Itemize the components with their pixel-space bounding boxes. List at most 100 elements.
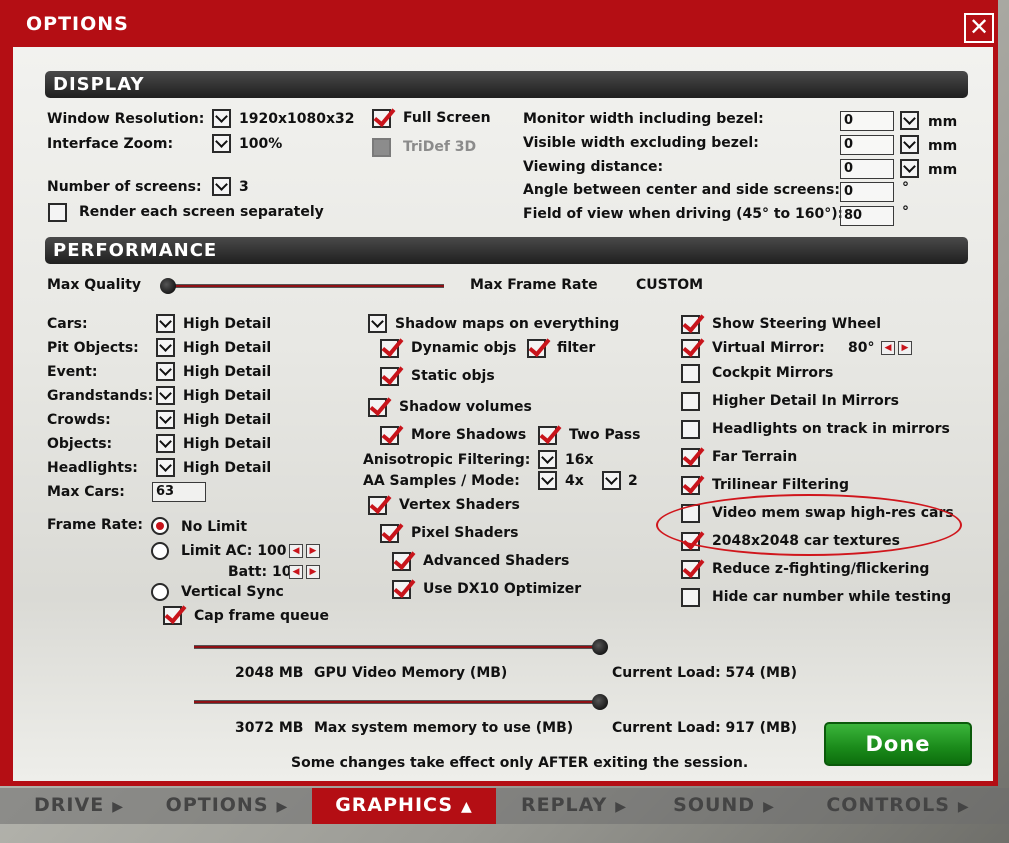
- visible-width-unit: mm: [928, 138, 958, 154]
- aa-label: AA Samples / Mode:: [363, 473, 520, 489]
- detail-row-label: Pit Objects:: [47, 340, 139, 356]
- detail-row-value: High Detail: [183, 340, 272, 356]
- aa-mode-value: 2: [628, 473, 638, 489]
- right-option-label: Headlights on track in mirrors: [712, 421, 950, 437]
- objects-detail-dropdown[interactable]: [156, 434, 175, 453]
- quality-preset-value: CUSTOM: [636, 277, 704, 293]
- interface-zoom-dropdown[interactable]: [212, 134, 231, 153]
- angle-field[interactable]: 0: [840, 182, 894, 202]
- number-of-screens-dropdown[interactable]: [212, 177, 231, 196]
- render-separately-checkbox[interactable]: [48, 203, 67, 222]
- cars-detail-dropdown[interactable]: [156, 314, 175, 333]
- right-option-label: Virtual Mirror:: [712, 340, 825, 356]
- tab-options[interactable]: OPTIONS ▶: [146, 788, 308, 824]
- limit-ac-decrease-icon[interactable]: ◀: [289, 544, 303, 558]
- monitor-width-field[interactable]: 0: [840, 111, 894, 131]
- limit-ac-radio[interactable]: [151, 542, 169, 560]
- detail-row-value: High Detail: [183, 460, 272, 476]
- right-option-label: Cockpit Mirrors: [712, 365, 834, 381]
- crowds-detail-dropdown[interactable]: [156, 410, 175, 429]
- max-cars-label: Max Cars:: [47, 484, 125, 500]
- monitor-width-unit-dropdown[interactable]: [900, 111, 919, 130]
- done-button[interactable]: Done: [824, 722, 972, 766]
- detail-row-value: High Detail: [183, 412, 272, 428]
- aa-samples-dropdown[interactable]: [538, 471, 557, 490]
- virtual-mirror-checkbox[interactable]: [681, 339, 700, 358]
- quality-slider-handle[interactable]: [160, 278, 176, 294]
- max-cars-field[interactable]: 63: [152, 482, 206, 502]
- tridef-checkbox[interactable]: [372, 138, 391, 157]
- batt-decrease-icon[interactable]: ◀: [289, 565, 303, 579]
- cap-frame-queue-checkbox[interactable]: [163, 606, 182, 625]
- headlights-mirrors-checkbox[interactable]: [681, 420, 700, 439]
- pixel-shaders-checkbox[interactable]: [380, 524, 399, 543]
- viewing-distance-field[interactable]: 0: [840, 159, 894, 179]
- detail-row-label: Headlights:: [47, 460, 138, 476]
- event-detail-dropdown[interactable]: [156, 362, 175, 381]
- fov-field[interactable]: 80: [840, 206, 894, 226]
- vertical-sync-radio[interactable]: [151, 583, 169, 601]
- two-pass-checkbox[interactable]: [538, 426, 557, 445]
- pixel-shaders-label: Pixel Shaders: [411, 525, 519, 541]
- static-objs-checkbox[interactable]: [380, 367, 399, 386]
- trilinear-filtering-checkbox[interactable]: [681, 476, 700, 495]
- grandstands-detail-dropdown[interactable]: [156, 386, 175, 405]
- full-screen-checkbox[interactable]: [372, 109, 391, 128]
- system-memory-slider-handle[interactable]: [592, 694, 608, 710]
- shadow-volumes-label: Shadow volumes: [399, 399, 532, 415]
- dx10-label: Use DX10 Optimizer: [423, 581, 582, 597]
- shadow-volumes-checkbox[interactable]: [368, 398, 387, 417]
- detail-row-label: Grandstands:: [47, 388, 154, 404]
- max-frame-rate-label: Max Frame Rate: [470, 277, 598, 293]
- more-shadows-checkbox[interactable]: [380, 426, 399, 445]
- anisotropic-dropdown[interactable]: [538, 450, 557, 469]
- close-icon[interactable]: ✕: [964, 13, 994, 43]
- right-option-label: Trilinear Filtering: [712, 477, 850, 493]
- reduce-z-fighting-checkbox[interactable]: [681, 560, 700, 579]
- vertex-shaders-checkbox[interactable]: [368, 496, 387, 515]
- visible-width-field[interactable]: 0: [840, 135, 894, 155]
- advanced-shaders-checkbox[interactable]: [392, 552, 411, 571]
- hide-car-number-checkbox[interactable]: [681, 588, 700, 607]
- tab-replay[interactable]: REPLAY ▶: [500, 788, 648, 824]
- virtual-mirror-fov-value: 80°: [848, 340, 875, 356]
- performance-section-header: PERFORMANCE: [45, 237, 968, 264]
- aa-samples-value: 4x: [565, 473, 584, 489]
- cockpit-mirrors-checkbox[interactable]: [681, 364, 700, 383]
- filter-checkbox[interactable]: [527, 339, 546, 358]
- system-memory-value: 3072 MB: [235, 720, 304, 736]
- system-memory-slider[interactable]: [194, 700, 600, 704]
- tridef-label: TriDef 3D: [403, 139, 477, 155]
- higher-detail-mirrors-checkbox[interactable]: [681, 392, 700, 411]
- vertical-sync-label: Vertical Sync: [181, 584, 284, 600]
- frame-rate-label: Frame Rate:: [47, 517, 143, 533]
- batt-increase-icon[interactable]: ▶: [306, 565, 320, 579]
- window-resolution-value: 1920x1080x32: [239, 111, 355, 127]
- no-limit-radio[interactable]: [151, 517, 169, 535]
- quality-slider[interactable]: [166, 284, 444, 288]
- show-steering-wheel-checkbox[interactable]: [681, 315, 700, 334]
- dynamic-objs-checkbox[interactable]: [380, 339, 399, 358]
- dx10-checkbox[interactable]: [392, 580, 411, 599]
- mirror-fov-increase-icon[interactable]: ▶: [898, 341, 912, 355]
- vertex-shaders-label: Vertex Shaders: [399, 497, 520, 513]
- headlights-detail-dropdown[interactable]: [156, 458, 175, 477]
- limit-ac-increase-icon[interactable]: ▶: [306, 544, 320, 558]
- aa-mode-dropdown[interactable]: [602, 471, 621, 490]
- visible-width-unit-dropdown[interactable]: [900, 135, 919, 154]
- mirror-fov-decrease-icon[interactable]: ◀: [881, 341, 895, 355]
- tab-graphics[interactable]: GRAPHICS ▲: [312, 788, 496, 824]
- detail-row-value: High Detail: [183, 316, 272, 332]
- gpu-memory-slider-handle[interactable]: [592, 639, 608, 655]
- far-terrain-checkbox[interactable]: [681, 448, 700, 467]
- gpu-memory-slider[interactable]: [194, 645, 600, 649]
- tab-drive[interactable]: DRIVE ▶: [14, 788, 144, 824]
- viewing-distance-unit-dropdown[interactable]: [900, 159, 919, 178]
- detail-row-label: Event:: [47, 364, 98, 380]
- right-option-label: Hide car number while testing: [712, 589, 952, 605]
- shadow-maps-dropdown[interactable]: [368, 314, 387, 333]
- pit-objects-detail-dropdown[interactable]: [156, 338, 175, 357]
- tab-sound[interactable]: SOUND ▶: [652, 788, 796, 824]
- window-resolution-dropdown[interactable]: [212, 109, 231, 128]
- tab-controls[interactable]: CONTROLS ▶: [800, 788, 996, 824]
